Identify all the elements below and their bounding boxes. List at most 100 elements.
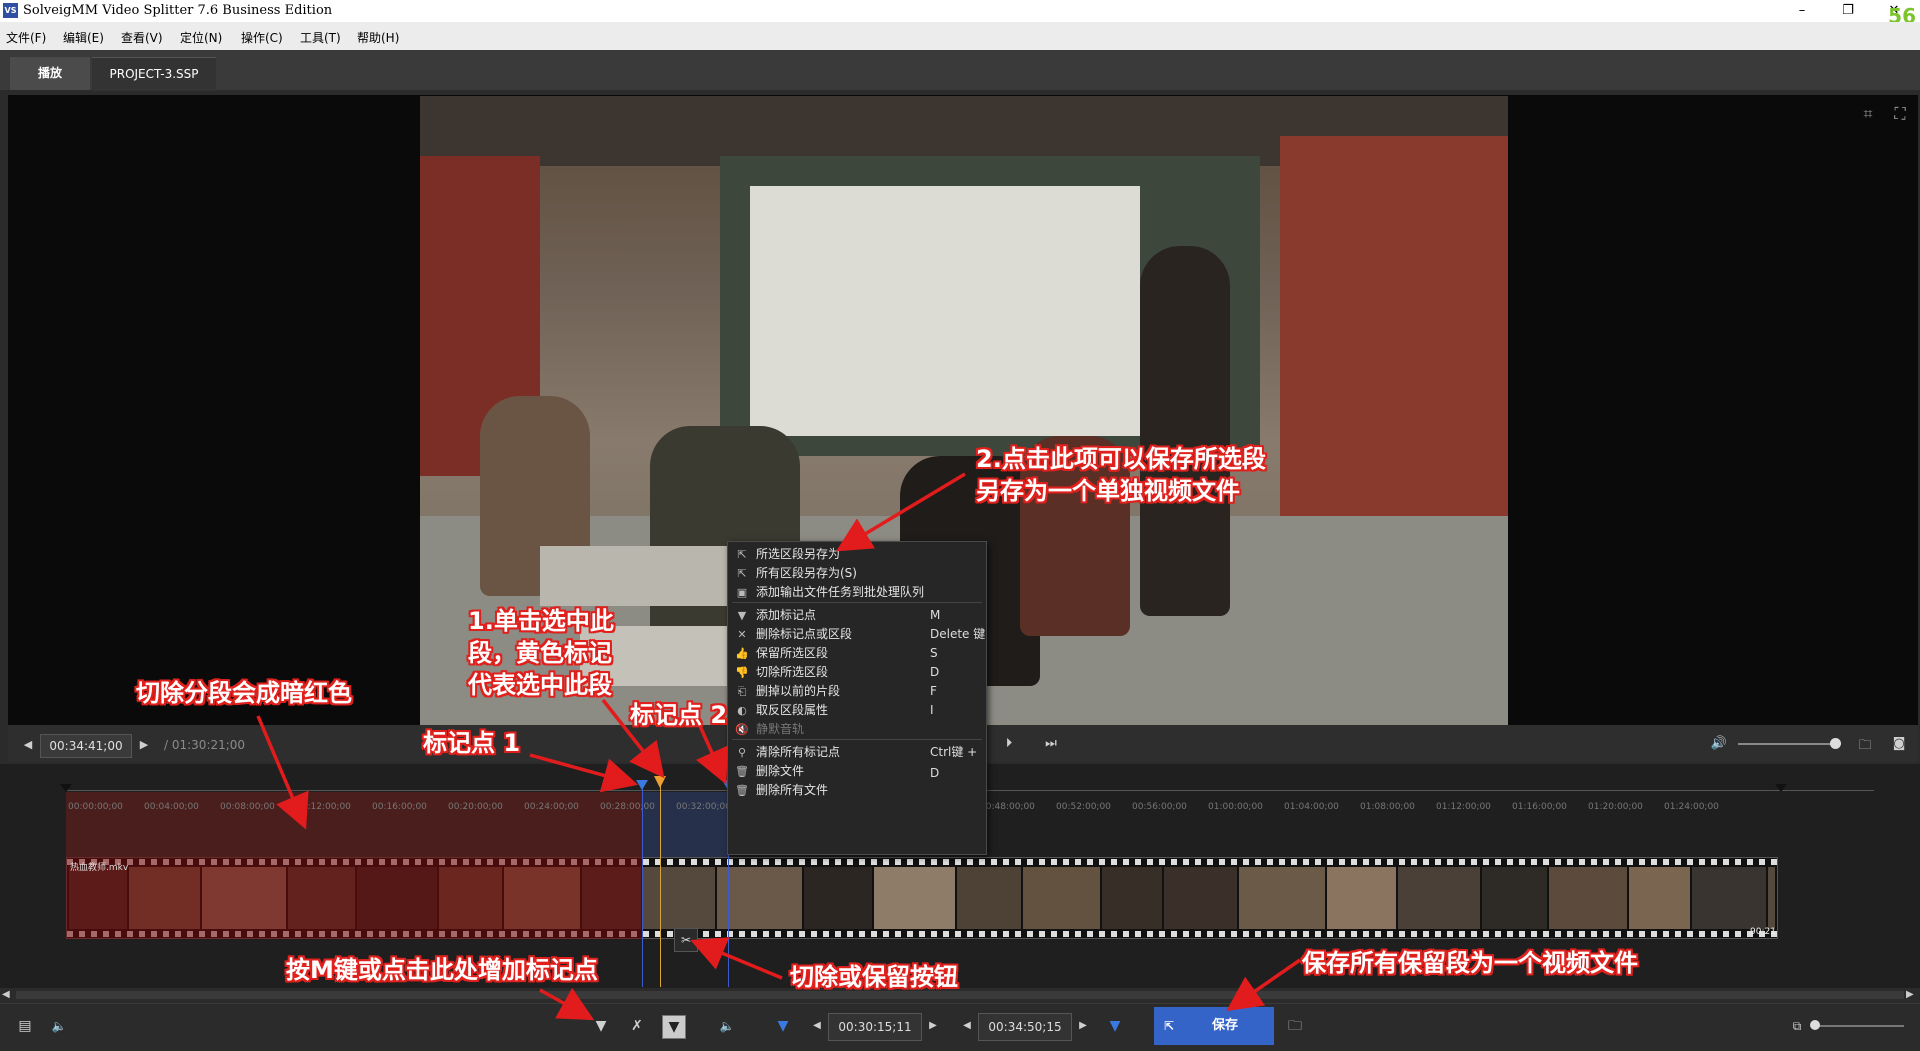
filmstrip-thumbnail: [957, 867, 1021, 929]
context-menu-item[interactable]: ▼ 添加标记点 M: [728, 605, 986, 626]
timeline-tick-label: 00:28:00;00: [600, 802, 655, 812]
marker-in-icon[interactable]: ▼: [772, 1015, 794, 1037]
open-folder-icon[interactable]: 🗀: [1856, 736, 1874, 758]
step-back-icon[interactable]: ⏵: [1000, 736, 1018, 751]
volume-slider-knob[interactable]: [1830, 738, 1841, 749]
timeline-tick-label: 00:56:00;00: [1132, 802, 1187, 812]
context-menu-item[interactable]: ⇱ 所选区段另存为: [728, 544, 986, 565]
menu-action[interactable]: 操作(C): [241, 29, 283, 46]
delete-marker-icon: ✕: [737, 628, 747, 641]
volume-slider[interactable]: [1738, 743, 1838, 745]
keep-icon: 👍: [735, 647, 749, 660]
delete-prev-icon: ⎗: [737, 685, 747, 698]
context-menu-item[interactable]: ▣ 添加输出文件任务到批处理队列: [728, 582, 986, 603]
time-out-prev-button[interactable]: ◀: [956, 1015, 978, 1037]
scrollbar-thumb[interactable]: [16, 991, 1904, 999]
context-menu-item[interactable]: ◐ 取反区段属性 I: [728, 700, 986, 721]
filmstrip-thumbnail: [643, 867, 715, 929]
menu-navigate[interactable]: 定位(N): [180, 29, 222, 46]
title-bar: VS SolveigMM Video Splitter 7.6 Business…: [0, 0, 1920, 22]
timeline-start-handle[interactable]: [60, 784, 72, 792]
mute-segment-icon[interactable]: 🔈: [716, 1015, 738, 1037]
add-marker-button[interactable]: ▼: [590, 1015, 612, 1037]
minimize-button[interactable]: –: [1782, 0, 1822, 22]
duration-label: / 01:30:21;00: [164, 738, 246, 752]
output-folder-icon[interactable]: 🗀: [1284, 1015, 1306, 1037]
timeline-scrollbar[interactable]: ◀ ▶: [0, 988, 1920, 1002]
current-time-field[interactable]: 00:34:41;00: [40, 734, 132, 758]
prev-frame-icon[interactable]: ◀: [20, 738, 36, 751]
window-title: SolveigMM Video Splitter 7.6 Business Ed…: [23, 3, 333, 18]
fullscreen-icon[interactable]: ⛶: [1886, 100, 1914, 128]
context-menu-shortcut: F: [930, 684, 937, 698]
audio-track-icon[interactable]: 🔈: [48, 1015, 70, 1037]
tab-project[interactable]: PROJECT-3.SSP: [92, 57, 216, 91]
timeline-tick-label: 01:04:00;00: [1284, 802, 1339, 812]
menu-file[interactable]: 文件(F): [6, 29, 46, 46]
context-menu-item-label: 删除所有文件: [756, 783, 829, 797]
filmstrip-thumbnail: [717, 867, 802, 929]
time-in-prev-button[interactable]: ◀: [806, 1015, 828, 1037]
menu-view[interactable]: 查看(V): [121, 29, 163, 46]
filmstrip-thumbnail: [1327, 867, 1396, 929]
context-menu-item[interactable]: ⚲ 清除所有标记点 Ctrl键 + D: [728, 742, 986, 780]
timeline-tick-label: 00:24:00;00: [524, 802, 579, 812]
context-menu-item: 🔇 静默音轨: [728, 719, 986, 740]
annotation-marker-1: 标记点 1: [423, 729, 521, 757]
context-menu-item[interactable]: 🗑 删除所有文件: [728, 780, 986, 801]
context-menu-item-label: 保留所选区段: [756, 646, 829, 660]
context-menu-item-label: 切除所选区段: [756, 665, 829, 679]
time-out-next-button[interactable]: ▶: [1072, 1015, 1094, 1037]
context-menu-item-label: 删掉以前的片段: [756, 684, 841, 698]
time-in-field[interactable]: 00:30:15;11: [828, 1013, 922, 1041]
menu-edit[interactable]: 编辑(E): [63, 29, 104, 46]
context-menu-item[interactable]: ⇱ 所有区段另存为(S): [728, 563, 986, 584]
context-menu-item-label: 静默音轨: [756, 722, 805, 736]
crop-icon[interactable]: ⌗: [1854, 100, 1882, 128]
marker-out-icon[interactable]: ▼: [1104, 1015, 1126, 1037]
context-menu-item[interactable]: 👍 保留所选区段 S: [728, 643, 986, 664]
restore-button[interactable]: ❐: [1828, 0, 1868, 22]
cut-keep-toggle-button[interactable]: ✂: [674, 928, 698, 952]
zoom-slider-knob[interactable]: [1810, 1020, 1820, 1030]
film-view-icon[interactable]: ▤: [14, 1015, 36, 1037]
zoom-out-icon[interactable]: ⧉: [1786, 1015, 1808, 1037]
selected-marker-handle[interactable]: [654, 776, 666, 788]
save-segment-icon: ⇱: [737, 548, 747, 561]
time-out-field[interactable]: 00:34:50;15: [978, 1013, 1072, 1041]
tab-play[interactable]: 播放: [10, 57, 90, 90]
volume-icon[interactable]: 🔊: [1710, 736, 1728, 751]
save-button[interactable]: ⇱ 保存: [1154, 1007, 1274, 1045]
next-frame-icon[interactable]: ▶: [136, 738, 152, 751]
filmstrip-thumbnail: [1629, 867, 1690, 929]
snapshot-icon[interactable]: ◙: [1890, 736, 1908, 751]
context-menu-item-label: 所选区段另存为: [756, 547, 841, 561]
remove-marker-button[interactable]: ✗: [626, 1015, 648, 1037]
playhead-marker-line[interactable]: [660, 782, 661, 987]
frame-teacher: [1140, 246, 1230, 616]
scroll-right-icon[interactable]: ▶: [1906, 989, 1914, 1000]
filmstrip-thumbnail: [1023, 867, 1100, 929]
timeline-tick-label: 01:12:00;00: [1436, 802, 1491, 812]
menu-tools[interactable]: 工具(T): [300, 29, 341, 46]
context-menu-item[interactable]: ⎗ 删掉以前的片段 F: [728, 681, 986, 702]
timeline-tick-label: 00:04:00;00: [144, 802, 199, 812]
trash-icon: 🗑: [735, 765, 749, 778]
zoom-slider[interactable]: [1814, 1025, 1904, 1027]
track-file-name: 热血教师.mkv: [70, 863, 129, 873]
marker-1-handle[interactable]: [636, 780, 648, 790]
menu-help[interactable]: 帮助(H): [357, 29, 399, 46]
timeline-end-handle[interactable]: [1775, 784, 1787, 792]
scroll-left-icon[interactable]: ◀: [2, 989, 10, 1000]
context-menu-item[interactable]: ✕ 删除标记点或区段 Delete 键: [728, 624, 986, 645]
filmstrip-thumbnail: [1482, 867, 1547, 929]
time-in-next-button[interactable]: ▶: [922, 1015, 944, 1037]
context-menu-item-label: 删除标记点或区段: [756, 627, 853, 641]
marker-line-1[interactable]: [642, 782, 643, 987]
timeline-tick-label: 01:20:00;00: [1588, 802, 1643, 812]
context-menu-item[interactable]: 👎 切除所选区段 D: [728, 662, 986, 683]
context-menu-item[interactable]: 🗑 删除文件: [728, 761, 986, 782]
context-menu-item-label: 添加输出文件任务到批处理队列: [756, 585, 925, 599]
keep-cut-button[interactable]: ▼: [662, 1015, 686, 1039]
step-forward-icon[interactable]: ⏭: [1042, 736, 1060, 751]
